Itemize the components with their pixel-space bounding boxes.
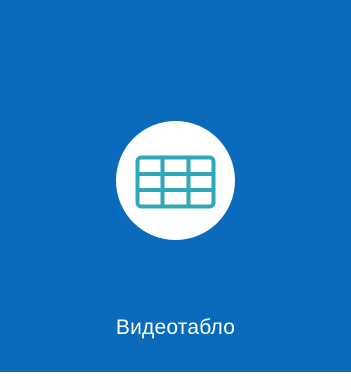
icon-circle [116, 121, 235, 240]
tile-label: Видеотабло [115, 316, 236, 339]
video-wall-tile[interactable]: Видеотабло [0, 0, 351, 372]
video-wall-grid-icon [135, 155, 216, 209]
